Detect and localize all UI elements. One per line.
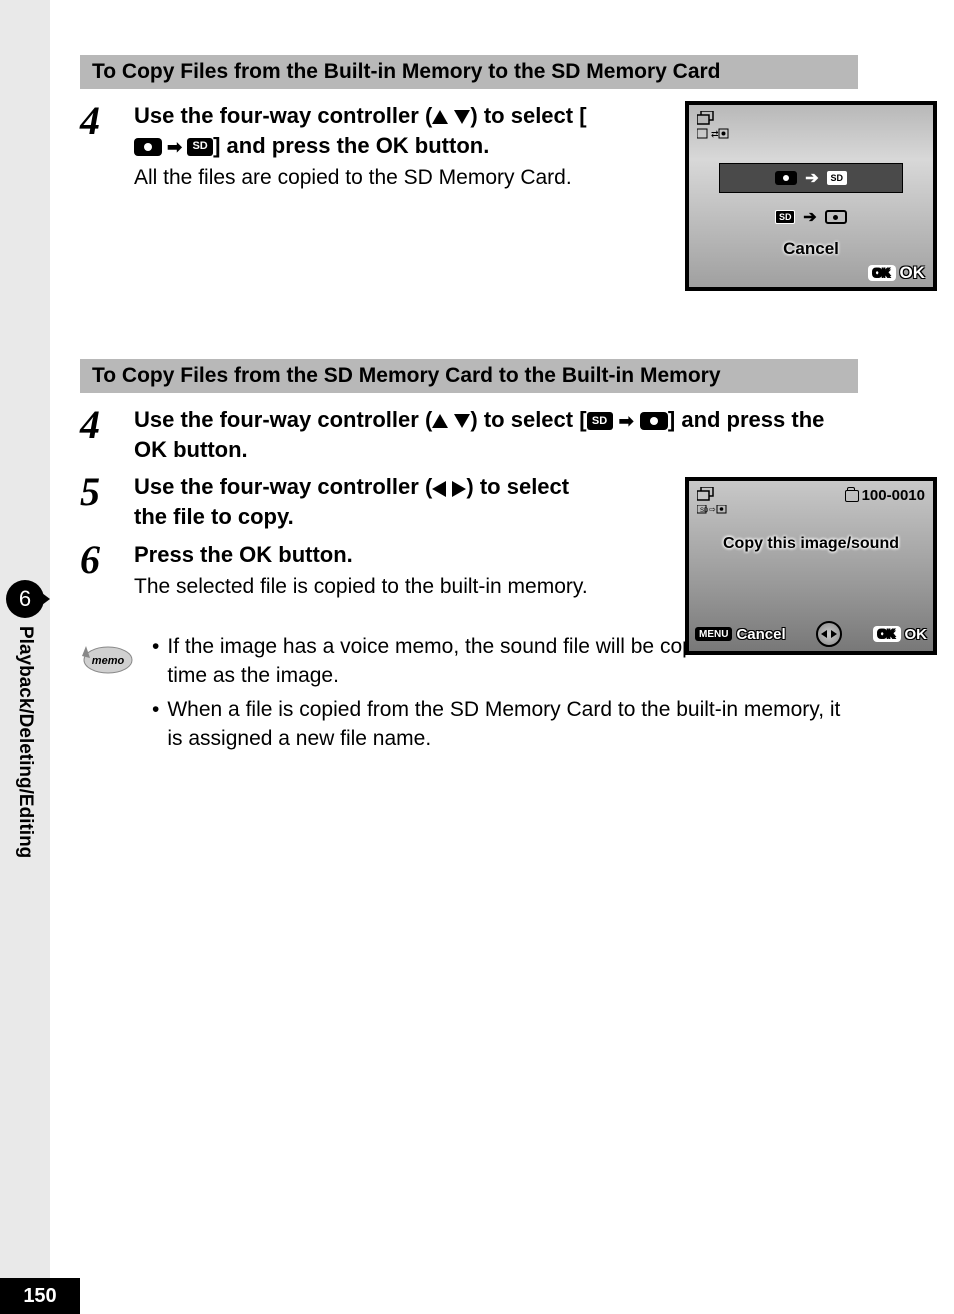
screen1-cancel[interactable]: Cancel: [689, 239, 933, 259]
screen2-cancel[interactable]: Cancel: [736, 626, 785, 643]
menu-option-internal-to-sd[interactable]: ➔ SD: [719, 163, 903, 193]
svg-text:SD: SD: [700, 508, 709, 514]
camera-screen-copy-confirm: SD⇨ 100-0010 Copy this image/sound MENU …: [685, 477, 937, 655]
sd-icon-small: SD: [827, 171, 847, 185]
step4a-title-part-c: ] and press the OK button.: [213, 133, 489, 158]
camera-screen-copy-menu: ⇄ ➔ SD SD ➔ Cancel OK OK: [685, 101, 937, 291]
bullet-icon: •: [152, 695, 159, 754]
chapter-label: Playback/Deleting/Editing: [14, 626, 36, 858]
screen2-file-number: 100-0010: [845, 487, 925, 504]
step4a-title-part-a: Use the four-way controller (: [134, 103, 432, 128]
triangle-right-icon: [452, 481, 466, 497]
camera-icon-small-inv: [825, 210, 847, 224]
step-number-4b: 4: [80, 405, 134, 445]
step6-desc: The selected file is copied to the built…: [134, 573, 590, 601]
svg-text:⇄: ⇄: [711, 129, 719, 139]
memo-icon: memo: [80, 636, 136, 681]
triangle-down-icon: [454, 110, 470, 124]
section2-header: To Copy Files from the SD Memory Card to…: [80, 359, 858, 393]
triangle-up-icon: [432, 414, 448, 428]
svg-text:memo: memo: [92, 655, 125, 667]
step4b-title-part-b: ) to select [: [470, 407, 586, 432]
step-number-4a: 4: [80, 101, 134, 141]
section1-header: To Copy Files from the Built-in Memory t…: [80, 55, 858, 89]
bullet-icon: •: [152, 632, 159, 691]
arrow-right-black-icon: ➔: [803, 207, 816, 227]
step-number-6: 6: [80, 540, 134, 580]
sd-card-icon: SD: [587, 412, 613, 430]
step4b-title: Use the four-way controller ( ) to selec…: [134, 405, 858, 464]
sd-card-icon: SD: [187, 138, 213, 156]
dpad-icon: [816, 621, 842, 647]
step-number-5: 5: [80, 472, 134, 512]
copy-mode-icon: ⇄: [697, 128, 729, 140]
triangle-left-icon: [432, 481, 446, 497]
camera-icon-small: [775, 171, 797, 185]
screen1-ok-text[interactable]: OK: [900, 263, 926, 283]
arrow-right-icon: ➡: [619, 409, 634, 433]
ok-badge-icon: OK: [868, 265, 896, 281]
step6-title: Press the OK button.: [134, 540, 590, 570]
step4a-title: Use the four-way controller ( ) to selec…: [134, 101, 590, 160]
menu-badge-icon: MENU: [695, 627, 732, 641]
screen2-prompt: Copy this image/sound: [689, 535, 933, 553]
copy-mode-icon: SD⇨: [697, 505, 727, 515]
page-content: To Copy Files from the Built-in Memory t…: [80, 55, 858, 757]
screen2-ok[interactable]: OK: [905, 626, 928, 643]
step4a-title-part-b: ) to select [: [470, 103, 586, 128]
triangle-up-icon: [432, 110, 448, 124]
step4b-title-part-a: Use the four-way controller (: [134, 407, 432, 432]
screen2-status-icons: SD⇨: [697, 487, 727, 519]
screen1-ok-row: OK OK: [868, 263, 926, 283]
ok-badge-icon: OK: [873, 626, 901, 642]
chapter-tab: 6 Playback/Deleting/Editing: [0, 580, 50, 858]
folder-icon: [845, 490, 859, 502]
step4a-desc: All the files are copied to the SD Memor…: [134, 164, 590, 192]
chapter-number-badge: 6: [6, 580, 44, 618]
screen1-status-icons: ⇄: [697, 111, 729, 144]
arrow-right-white-icon: ➔: [805, 168, 818, 188]
file-number-text: 100-0010: [862, 487, 925, 504]
memo-item-2: When a file is copied from the SD Memory…: [167, 695, 858, 754]
triangle-down-icon: [454, 414, 470, 428]
camera-icon: [640, 412, 668, 430]
overlap-icon: [697, 487, 717, 501]
arrow-right-icon: ➡: [162, 135, 187, 159]
step5-title-part-a: Use the four-way controller (: [134, 474, 432, 499]
camera-icon: [134, 138, 162, 156]
step5-title: Use the four-way controller ( ) to selec…: [134, 472, 590, 531]
sd-icon-small-dark: SD: [775, 210, 795, 224]
svg-text:⇨: ⇨: [709, 505, 716, 514]
menu-option-sd-to-internal[interactable]: SD ➔: [739, 203, 883, 231]
page-number: 150: [0, 1278, 80, 1314]
overlap-icon: [697, 111, 717, 125]
